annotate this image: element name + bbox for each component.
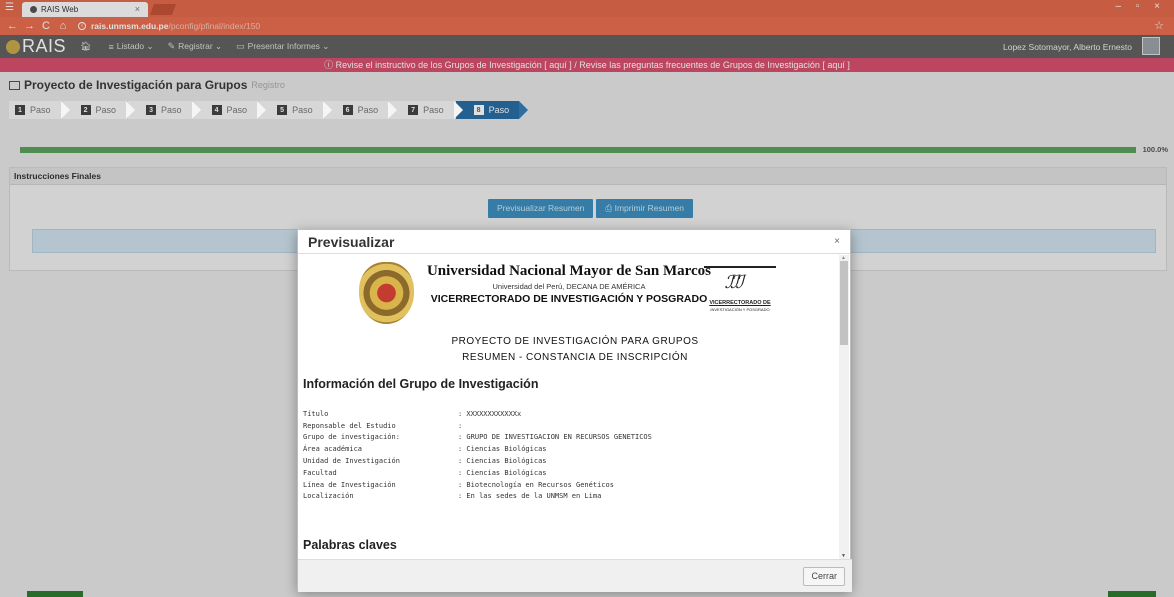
section-title-info: Información del Grupo de Investigación — [303, 377, 539, 391]
close-icon[interactable]: × — [834, 236, 840, 247]
row-key: Facultad — [303, 468, 337, 477]
table-row: Unidad de Investigación : Ciencias Biológ… — [303, 455, 823, 467]
row-value: : En las sedes de la UNMSM en Lima — [458, 492, 602, 501]
university-subtitle: Universidad del Perú, DECANA DE AMÉRICA — [492, 282, 646, 291]
row-key: Título — [303, 409, 329, 418]
vicerrectorado-title: VICERRECTORADO DE INVESTIGACIÓN Y POSGRA… — [430, 293, 708, 305]
table-row: Área académica : Ciencias Biológicas — [303, 443, 823, 455]
document-title: PROYECTO DE INVESTIGACIÓN PARA GRUPOS — [451, 336, 699, 347]
university-seal-icon — [359, 262, 414, 324]
table-row: Facultad : Ciencias Biológicas — [303, 467, 823, 479]
row-value: : XXXXXXXXXXXXx — [458, 409, 522, 418]
modal-scrollbar[interactable]: ▲ ▼ — [839, 255, 849, 559]
table-row: Grupo de investigación: : GRUPO DE INVEST… — [303, 432, 823, 444]
row-value: : Ciencias Biológicas — [458, 445, 547, 454]
university-name: Universidad Nacional Mayor de San Marcos — [426, 263, 712, 279]
row-value: : — [458, 421, 463, 430]
scroll-thumb[interactable] — [840, 261, 848, 345]
row-key: Unidad de Investigación — [303, 457, 400, 466]
row-value: : Biotecnología en Recursos Genéticos — [458, 480, 614, 489]
row-key: Área académica — [303, 445, 363, 454]
table-row: Título : XXXXXXXXXXXXx — [303, 408, 823, 420]
table-row: Localización : En las sedes de la UNMSM e… — [303, 491, 823, 503]
modal-title: Previsualizar — [308, 234, 395, 250]
modal-footer: Cerrar — [298, 559, 852, 592]
table-row: Reponsable del Estudio: — [303, 420, 823, 432]
info-table: Título : XXXXXXXXXXXXx Reponsable del Est… — [303, 408, 823, 502]
modal-header: Previsualizar × — [298, 230, 850, 254]
preview-modal: Previsualizar × Universidad Nacional May… — [297, 229, 852, 592]
row-value: : GRUPO DE INVESTIGACION EN RECURSOS GEN… — [458, 433, 652, 442]
row-value: : Ciencias Biológicas — [458, 468, 547, 477]
vicerrectorado-logo-icon: ℐℐℐ VICERRECTORADO DE INVESTIGACIÓN Y PO… — [704, 266, 776, 318]
close-button[interactable]: Cerrar — [803, 567, 845, 586]
table-row: Línea de Investigación : Biotecnología en… — [303, 479, 823, 491]
logo-text-1: VICERRECTORADO DE — [709, 300, 771, 306]
row-key: Grupo de investigación: — [303, 433, 400, 442]
document-header: Universidad Nacional Mayor de San Marcos… — [424, 263, 714, 305]
logo-text-2: INVESTIGACIÓN Y POSGRADO — [710, 307, 770, 312]
row-key: Línea de Investigación — [303, 480, 396, 489]
row-key: Localización — [303, 492, 354, 501]
row-value: : Ciencias Biológicas — [458, 457, 547, 466]
document-subtitle: RESUMEN - CONSTANCIA DE INSCRIPCIÓN — [462, 352, 688, 363]
modal-body[interactable]: Universidad Nacional Mayor de San Marcos… — [298, 255, 852, 559]
row-key: Reponsable del Estudio — [303, 421, 396, 430]
section-title-keywords: Palabras claves — [303, 538, 397, 552]
